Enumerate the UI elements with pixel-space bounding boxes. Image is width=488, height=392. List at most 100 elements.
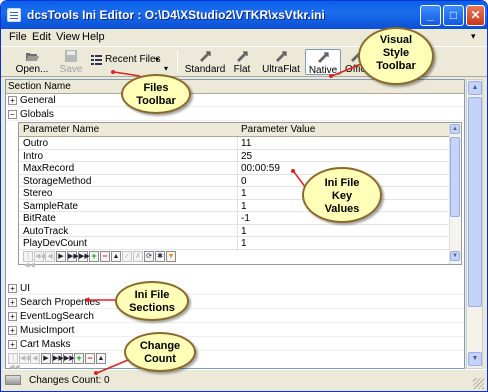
grid-navigator: |◀◀ ◀◀ ◀ ▶ ▶▶ ▶▶| + − ▲ ✓ ✗ ⟳ ✱ ▼ [23, 251, 223, 269]
scroll-down-button[interactable]: ▼ [468, 352, 482, 366]
table-row[interactable]: Outro 11 [19, 137, 449, 151]
nav-star-button[interactable]: ✱ [155, 251, 165, 262]
scroll-thumb[interactable] [468, 97, 482, 307]
style-ultraflat-button[interactable]: UltraFlat [260, 49, 302, 75]
nav-add-button[interactable]: + [89, 251, 99, 262]
grid-scroll-down-button[interactable]: ▼ [450, 251, 460, 261]
section-eventlogsearch[interactable]: + EventLogSearch [6, 310, 464, 323]
nav-next-button[interactable]: ▶ [56, 251, 66, 262]
nav-add-button[interactable]: + [74, 353, 84, 364]
nav-last-button[interactable]: ▶▶| [63, 353, 77, 364]
nav-prev-page-button[interactable]: ◀◀ [19, 353, 31, 364]
maximize-button[interactable]: □ [443, 5, 464, 26]
parameter-name: SampleRate [23, 200, 79, 212]
parameter-value[interactable]: 25 [241, 150, 252, 163]
table-row[interactable]: AutoTrack 1 [19, 224, 449, 239]
status-bar: Changes Count: 0 [1, 369, 487, 391]
table-row[interactable]: SampleRate 1 [19, 199, 449, 214]
style-standard-button[interactable]: Standard [184, 49, 226, 75]
main-scrollbar[interactable]: ▲ ▼ [466, 79, 483, 369]
nav-next-button[interactable]: ▶ [41, 353, 51, 364]
recent-files-button[interactable]: Recent Files ▾ [89, 52, 163, 70]
parameter-name: MaxRecord [23, 163, 75, 174]
table-row[interactable]: StorageMethod 0 [19, 174, 449, 189]
menu-view[interactable]: View [56, 31, 80, 43]
parameter-value[interactable]: 1 [241, 200, 247, 213]
style-flat-button[interactable]: Flat [231, 49, 253, 75]
native-style-icon [318, 52, 329, 63]
callout-files-toolbar: Files Toolbar [121, 74, 191, 114]
nav-next-page-button[interactable]: ▶▶ [67, 251, 79, 262]
style-native-button[interactable]: Native [305, 49, 341, 76]
table-row[interactable]: BitRate -1 [19, 212, 449, 226]
section-label: Cart Masks [20, 339, 71, 350]
section-label: MusicImport [20, 325, 75, 336]
nav-prev-page-button[interactable]: ◀◀ [34, 251, 46, 262]
scroll-up-button[interactable]: ▲ [468, 81, 482, 95]
parameter-value[interactable]: 1 [241, 225, 247, 238]
grid-scroll-up-button[interactable]: ▲ [450, 124, 460, 134]
parameter-value[interactable]: 11 [241, 137, 251, 150]
table-row[interactable]: MaxRecord 00:00:59 [19, 162, 449, 176]
grid-scroll-thumb[interactable] [450, 137, 460, 217]
sections-navigator: |◀◀ ◀◀ ◀ ▶ ▶▶ ▶▶| + − ▲ [8, 353, 128, 371]
menu-help[interactable]: Help [82, 31, 105, 43]
ultraflat-style-icon [276, 51, 287, 62]
section-globals[interactable]: − Globals [6, 108, 464, 121]
open-button[interactable]: Open... [15, 49, 49, 75]
nav-refresh-button[interactable]: ⟳ [144, 251, 154, 262]
parameter-name: StorageMethod [23, 175, 92, 187]
resize-grip-icon[interactable] [473, 378, 484, 389]
column-header-value[interactable]: Parameter Value [241, 123, 315, 137]
parameter-name: BitRate [23, 213, 56, 224]
nav-filter-button[interactable]: ▼ [166, 251, 176, 262]
table-row[interactable]: Stereo 1 [19, 187, 449, 201]
expand-icon[interactable]: + [8, 298, 17, 307]
nav-next-page-button[interactable]: ▶▶ [52, 353, 64, 364]
parameter-value[interactable]: 0 [241, 175, 247, 188]
flat-label: Flat [233, 64, 251, 75]
nav-post-button[interactable]: ✓ [122, 251, 132, 262]
grid-scrollbar[interactable]: ▲ ▼ [449, 123, 461, 264]
expand-icon[interactable]: + [8, 326, 17, 335]
minimize-button[interactable]: _ [420, 5, 441, 26]
parameter-value[interactable]: 00:00:59 [241, 162, 280, 175]
nav-delete-button[interactable]: − [85, 353, 95, 364]
more-chevron-down-icon[interactable]: ▾ [164, 64, 168, 73]
title-bar[interactable]: dcsTools Ini Editor : O:\D4\XStudio2\VTK… [1, 1, 487, 29]
section-ui[interactable]: + UI [6, 282, 464, 295]
expand-icon[interactable]: + [8, 312, 17, 321]
parameter-value[interactable]: 1 [241, 187, 247, 200]
expand-icon[interactable]: + [8, 284, 17, 293]
nav-last-button[interactable]: ▶▶| [78, 251, 92, 262]
parameter-grid: Parameter Name Parameter Value Outro 11 In… [18, 122, 462, 269]
menu-file[interactable]: File [9, 31, 27, 43]
column-header-name[interactable]: Parameter Name [23, 123, 99, 137]
expand-icon[interactable]: + [8, 96, 17, 105]
nav-cancel-button[interactable]: ✗ [133, 251, 143, 262]
table-row[interactable]: Intro 25 [19, 149, 449, 164]
menu-chevron-down-icon[interactable]: ▾ [471, 31, 476, 42]
save-button[interactable]: Save [58, 49, 84, 75]
parameter-name: Intro [23, 150, 44, 162]
nav-prev-button[interactable]: ◀ [45, 251, 55, 262]
nav-delete-button[interactable]: − [100, 251, 110, 262]
nav-first-button[interactable]: |◀◀ [8, 353, 20, 371]
nav-first-button[interactable]: |◀◀ [23, 251, 35, 269]
callout-change-count: Change Count [124, 332, 196, 372]
parameter-value[interactable]: -1 [241, 212, 250, 225]
close-button[interactable]: ✕ [466, 5, 485, 26]
section-musicimport[interactable]: + MusicImport [6, 324, 464, 337]
table-row[interactable]: PlayDevCount 1 [19, 237, 449, 251]
expand-icon[interactable]: + [8, 340, 17, 349]
collapse-icon[interactable]: − [8, 110, 17, 119]
menu-edit[interactable]: Edit [32, 31, 51, 43]
parameter-value[interactable]: 1 [241, 237, 247, 250]
section-search-properties[interactable]: + Search Properties [6, 296, 464, 309]
nav-up-button[interactable]: ▲ [111, 251, 121, 262]
section-general[interactable]: + General [6, 94, 464, 107]
nav-up-button[interactable]: ▲ [96, 353, 106, 364]
nav-prev-button[interactable]: ◀ [30, 353, 40, 364]
parameter-name: AutoTrack [23, 225, 69, 237]
section-cart-masks[interactable]: + Cart Masks [6, 338, 464, 351]
